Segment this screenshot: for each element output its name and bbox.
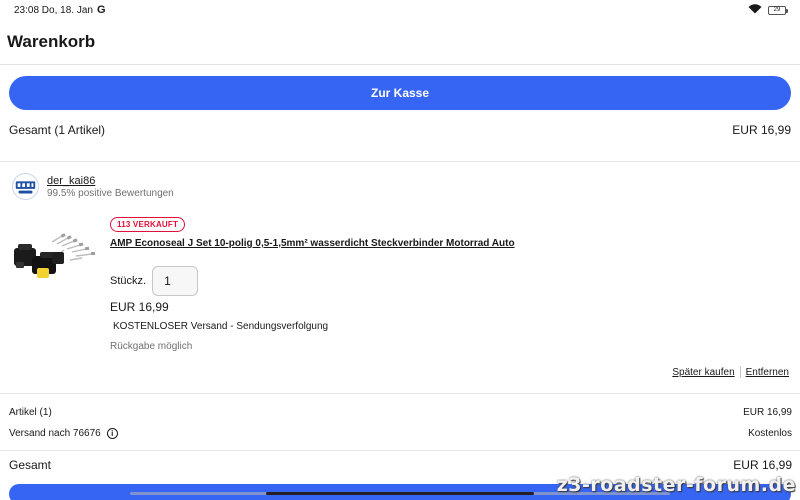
summary-shipping-label: Versand nach 76676 [9,428,101,439]
item-details: 113 VERKAUFT AMP Econoseal J Set 10-poli… [110,214,790,249]
summary-items-label: Artikel (1) [9,407,52,418]
remove-item-link[interactable]: Entfernen [746,367,789,378]
summary-items-value: EUR 16,99 [743,407,792,418]
summary-shipping-row: Versand nach 76676 i Kostenlos [9,428,792,439]
item-shipping: KOSTENLOSER Versand - Sendungsverfolgung [113,321,329,332]
status-right: 29 [748,3,788,17]
summary-items-row: Artikel (1) EUR 16,99 [9,407,792,418]
summary-total-label: Gesamt [9,458,52,472]
save-for-later-link[interactable]: Später kaufen [672,367,734,378]
page-title: Warenkorb [7,32,96,51]
seller-info: der_kai86 99.5% positive Bewertungen [47,175,174,199]
divider [0,450,800,451]
watermark: z3-roadster-forum.de [556,474,796,496]
status-left: 23:08 Do, 18. Jan G [14,4,106,16]
sold-count-badge: 113 VERKAUFT [110,217,186,232]
cart-total-label: Gesamt (1 Artikel) [9,123,106,137]
divider [0,393,800,394]
item-price: EUR 16,99 [110,300,169,314]
status-time-date: 23:08 Do, 18. Jan [14,4,93,16]
header: Warenkorb [0,20,800,65]
status-bar: 23:08 Do, 18. Jan G 29 [0,0,800,20]
quantity-row: Stückz. [110,266,199,296]
wifi-icon [748,3,762,17]
seller-name-link[interactable]: der_kai86 [47,175,174,187]
summary-shipping-value: Kostenlos [748,428,792,439]
seller-logo[interactable] [12,173,39,200]
summary-shipping-left: Versand nach 76676 i [9,428,118,439]
item-title-link[interactable]: AMP Econoseal J Set 10-polig 0,5-1,5mm² … [110,238,790,249]
checkout-button[interactable]: Zur Kasse [9,76,791,110]
cart-total-value: EUR 16,99 [732,123,791,137]
divider [0,161,800,162]
google-g-icon: G [96,4,106,16]
quantity-input[interactable] [152,266,199,296]
item-actions: Später kaufen Entfernen [672,366,789,378]
item-image[interactable] [12,232,100,282]
summary-total-value: EUR 16,99 [733,458,792,472]
quantity-label: Stückz. [110,275,147,287]
battery-icon: 29 [768,5,788,15]
seller: der_kai86 99.5% positive Bewertungen [12,173,174,200]
summary-total-row: Gesamt EUR 16,99 [9,458,792,472]
cart-total-top: Gesamt (1 Artikel) EUR 16,99 [9,120,791,140]
info-icon[interactable]: i [106,428,118,439]
seller-rating: 99.5% positive Bewertungen [47,187,174,199]
item-returns: Rückgabe möglich [110,341,193,352]
action-separator [739,366,741,378]
home-indicator[interactable] [266,492,534,495]
